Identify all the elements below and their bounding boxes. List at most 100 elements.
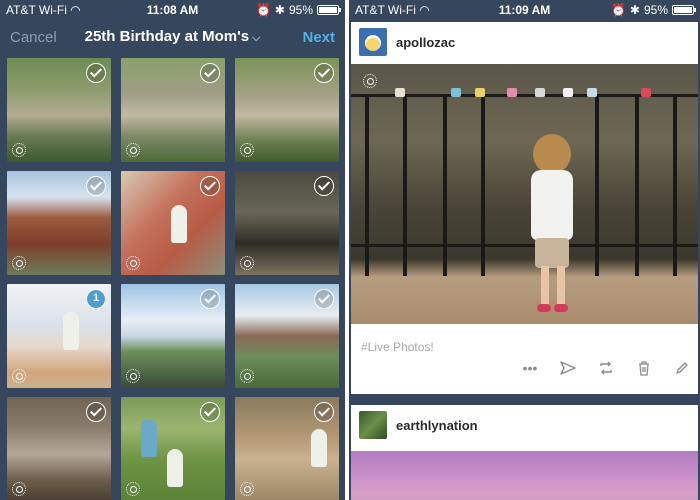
edit-icon[interactable] xyxy=(674,360,690,376)
checkmark-icon[interactable] xyxy=(86,402,106,422)
alarm-icon: ⏰ xyxy=(255,3,271,17)
child-figure xyxy=(523,134,583,319)
live-photo-icon xyxy=(12,369,26,383)
more-icon[interactable]: ••• xyxy=(522,360,538,376)
railing-post xyxy=(481,94,485,276)
post-photo[interactable] xyxy=(351,451,698,500)
checkmark-icon[interactable] xyxy=(200,176,220,196)
love-lock xyxy=(587,88,597,97)
photo-thumbnail[interactable] xyxy=(121,171,225,275)
live-photo-icon xyxy=(12,143,26,157)
post-username[interactable]: earthlynation xyxy=(396,418,478,433)
child-leg xyxy=(557,266,565,306)
post-card: apollozac #Live Photos! ••• xyxy=(351,22,698,394)
adult-figure xyxy=(141,419,157,457)
alarm-icon: ⏰ xyxy=(610,3,626,17)
post-photo[interactable] xyxy=(351,64,698,324)
post-username[interactable]: apollozac xyxy=(396,35,455,50)
photo-thumbnail[interactable] xyxy=(121,58,225,162)
selected-badge[interactable]: 1 xyxy=(86,289,106,309)
reblog-icon[interactable] xyxy=(598,360,614,376)
photo-thumbnail[interactable] xyxy=(7,58,111,162)
railing-post xyxy=(365,94,369,276)
chevron-down-icon: ⌵ xyxy=(252,32,261,44)
album-selector[interactable]: 25th Birthday at Mom's ⌵ xyxy=(0,28,345,45)
child-figure xyxy=(167,449,183,487)
child-shoe xyxy=(537,304,551,312)
love-lock xyxy=(475,88,485,97)
post-header: earthlynation xyxy=(351,405,698,447)
photo-grid: 1 xyxy=(7,58,340,500)
love-lock xyxy=(641,88,651,97)
child-figure xyxy=(311,429,327,467)
battery-icon xyxy=(672,5,696,15)
checkmark-icon[interactable] xyxy=(200,63,220,83)
love-lock xyxy=(507,88,517,97)
live-photo-icon xyxy=(12,482,26,496)
bluetooth-icon: ✱ xyxy=(274,3,285,17)
battery-percent: 95% xyxy=(643,3,668,17)
photo-picker-screen: AT&T Wi-Fi ◠ 11:08 AM ⏰ ✱ 95% Cancel 25t… xyxy=(0,0,345,500)
photo-thumbnail[interactable] xyxy=(235,284,339,388)
picker-navbar: Cancel 25th Birthday at Mom's ⌵ Next xyxy=(0,20,345,56)
battery-icon xyxy=(317,5,341,15)
photo-thumbnail[interactable]: 1 xyxy=(7,284,111,388)
checkmark-icon[interactable] xyxy=(86,176,106,196)
avatar[interactable] xyxy=(359,28,387,56)
child-shirt xyxy=(531,170,573,240)
delete-icon[interactable] xyxy=(636,360,652,376)
love-lock xyxy=(395,88,405,97)
child-figure xyxy=(63,312,79,350)
checkmark-icon[interactable] xyxy=(200,402,220,422)
photo-thumbnail[interactable] xyxy=(7,171,111,275)
photo-thumbnail[interactable] xyxy=(235,397,339,500)
railing-post xyxy=(635,94,639,276)
child-head xyxy=(533,134,571,174)
checkmark-icon[interactable] xyxy=(86,63,106,83)
live-photo-icon xyxy=(12,256,26,270)
live-photo-icon xyxy=(240,256,254,270)
bluetooth-icon: ✱ xyxy=(629,3,640,17)
love-lock xyxy=(451,88,461,97)
live-photo-icon xyxy=(240,482,254,496)
live-photo-icon xyxy=(126,482,140,496)
railing-post xyxy=(443,94,447,276)
child-shorts xyxy=(535,238,569,268)
photo-thumbnail[interactable] xyxy=(121,284,225,388)
avatar[interactable] xyxy=(359,411,387,439)
live-photo-icon xyxy=(240,369,254,383)
railing-post xyxy=(673,94,677,276)
child-figure xyxy=(171,205,187,243)
love-lock xyxy=(535,88,545,97)
live-photo-icon xyxy=(126,369,140,383)
checkmark-icon[interactable] xyxy=(314,289,334,309)
live-photo-icon xyxy=(126,256,140,270)
post-card: earthlynation xyxy=(351,405,698,500)
child-shoe xyxy=(554,304,568,312)
next-button[interactable]: Next xyxy=(302,29,335,46)
photo-thumbnail[interactable] xyxy=(7,397,111,500)
photo-thumbnail[interactable] xyxy=(235,171,339,275)
status-bar: AT&T Wi-Fi ◠ 11:08 AM ⏰ ✱ 95% xyxy=(0,0,345,20)
checkmark-icon[interactable] xyxy=(314,402,334,422)
love-lock xyxy=(563,88,573,97)
checkmark-icon[interactable] xyxy=(200,289,220,309)
checkmark-icon[interactable] xyxy=(314,63,334,83)
dashboard-screen: AT&T Wi-Fi ◠ 11:09 AM ⏰ ✱ 95% apollozac xyxy=(349,0,700,500)
post-tags[interactable]: #Live Photos! xyxy=(361,340,434,354)
post-actions: ••• xyxy=(522,360,690,376)
photo-thumbnail[interactable] xyxy=(121,397,225,500)
album-title: 25th Birthday at Mom's xyxy=(84,28,250,45)
status-right: ⏰ ✱ 95% xyxy=(255,3,341,17)
railing-post xyxy=(403,94,407,276)
live-photo-icon[interactable] xyxy=(363,74,377,88)
checkmark-icon[interactable] xyxy=(314,176,334,196)
share-icon[interactable] xyxy=(560,360,576,376)
photo-thumbnail[interactable] xyxy=(235,58,339,162)
live-photo-icon xyxy=(126,143,140,157)
battery-percent: 95% xyxy=(288,3,313,17)
live-photo-icon xyxy=(240,143,254,157)
status-bar: AT&T Wi-Fi ◠ 11:09 AM ⏰ ✱ 95% xyxy=(349,0,700,20)
post-header: apollozac xyxy=(351,22,698,64)
child-leg xyxy=(541,266,549,306)
